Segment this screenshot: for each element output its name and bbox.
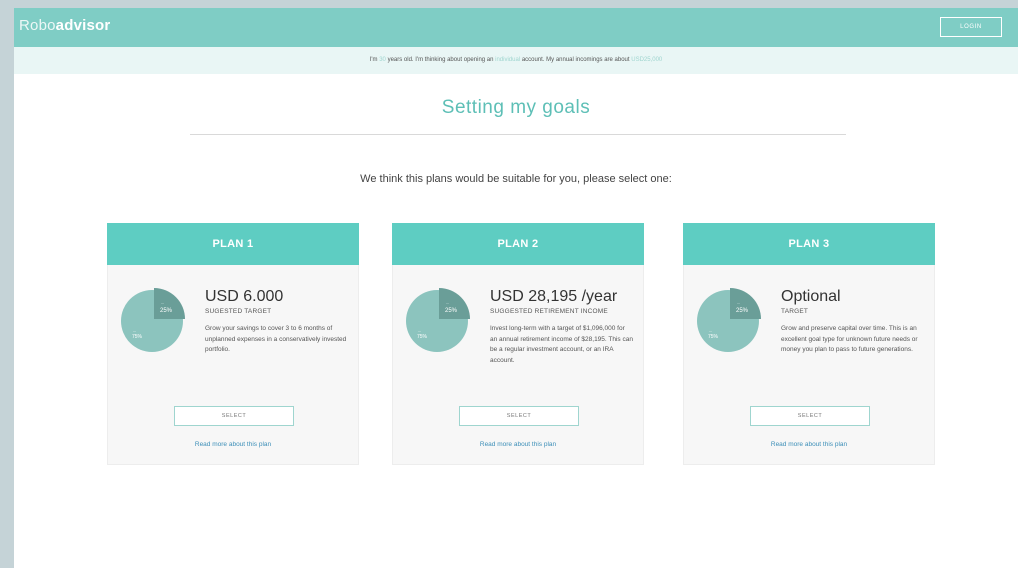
plan-card-title: PLAN 3 [683,223,935,265]
slice-small-caption: — [446,301,449,305]
slice-large-caption: — [133,329,136,333]
plan-description: Grow your savings to cover 3 to 6 months… [205,325,347,353]
plan-subtitle: SUGGESTED RETIREMENT INCOME [490,308,608,315]
allocation-pie-chart: — 25% — 75% [406,288,470,352]
read-more-link[interactable]: Read more about this plan [393,441,643,448]
read-more-link[interactable]: Read more about this plan [108,441,358,448]
logo-text-light: Robo [19,17,56,34]
intro-text-2: years old. I'm thinking about opening an [385,57,496,63]
plan-card-title: PLAN 2 [392,223,644,265]
slice-small-caption: — [161,301,164,305]
profile-summary-bar: I'm 30 years old. I'm thinking about ope… [14,47,1018,74]
slice-large-percent: 75% [708,334,719,340]
income-value[interactable]: USD25,000 [631,57,662,63]
plan-card-3: PLAN 3 — 25% — 75% Optional TARGET Grow … [683,223,935,465]
login-button[interactable]: LOGIN [940,17,1002,37]
plan-amount: USD 28,195 /year [490,288,618,305]
plan-subtitle: SUGESTED TARGET [205,308,272,315]
logo[interactable]: Roboadvisor [19,17,110,34]
slice-large-percent: 75% [132,334,143,340]
select-plan-1-button[interactable]: SELECT [174,406,294,426]
plan-amount: USD 6.000 [205,288,284,305]
plan-description: Grow and preserve capital over time. Thi… [781,325,918,353]
pie-slice-small [154,288,185,319]
slice-small-percent: 25% [160,308,173,314]
read-more-link[interactable]: Read more about this plan [684,441,934,448]
slice-large-caption: — [709,329,712,333]
allocation-pie-chart: — 25% — 75% [121,288,185,352]
top-navbar: Roboadvisor LOGIN [14,8,1018,47]
slice-small-percent: 25% [445,308,458,314]
plan-card-2: PLAN 2 — 25% — 75% USD 28,195 /year SUGG… [392,223,644,465]
slice-small-percent: 25% [736,308,749,314]
pie-slice-small [730,288,761,319]
allocation-pie-chart: — 25% — 75% [697,288,761,352]
app-window: Roboadvisor LOGIN I'm 30 years old. I'm … [14,8,1018,568]
pie-slice-small [439,288,470,319]
slice-large-percent: 75% [417,334,428,340]
select-plan-2-button[interactable]: SELECT [459,406,579,426]
slice-large-caption: — [418,329,421,333]
slice-small-caption: — [737,301,740,305]
title-divider [190,134,846,135]
plan-description: Invest long-term with a target of $1,096… [490,325,633,364]
plan-amount: Optional [781,288,841,305]
logo-text-bold: advisor [55,17,111,34]
intro-text-1: I'm [369,57,380,63]
plan-card-title: PLAN 1 [107,223,359,265]
select-plan-3-button[interactable]: SELECT [750,406,870,426]
plan-card-1: PLAN 1 — 25% — 75% USD 6.000 SUGESTED TA… [107,223,359,465]
age-value[interactable]: 30 [379,57,386,63]
plan-subtitle: TARGET [781,308,809,315]
intro-text-3: account. My annual incomings are about [520,57,632,63]
account-type-value[interactable]: individual [495,57,520,63]
page-title: Setting my goals [441,97,591,118]
plans-prompt: We think this plans would be suitable fo… [360,173,672,185]
